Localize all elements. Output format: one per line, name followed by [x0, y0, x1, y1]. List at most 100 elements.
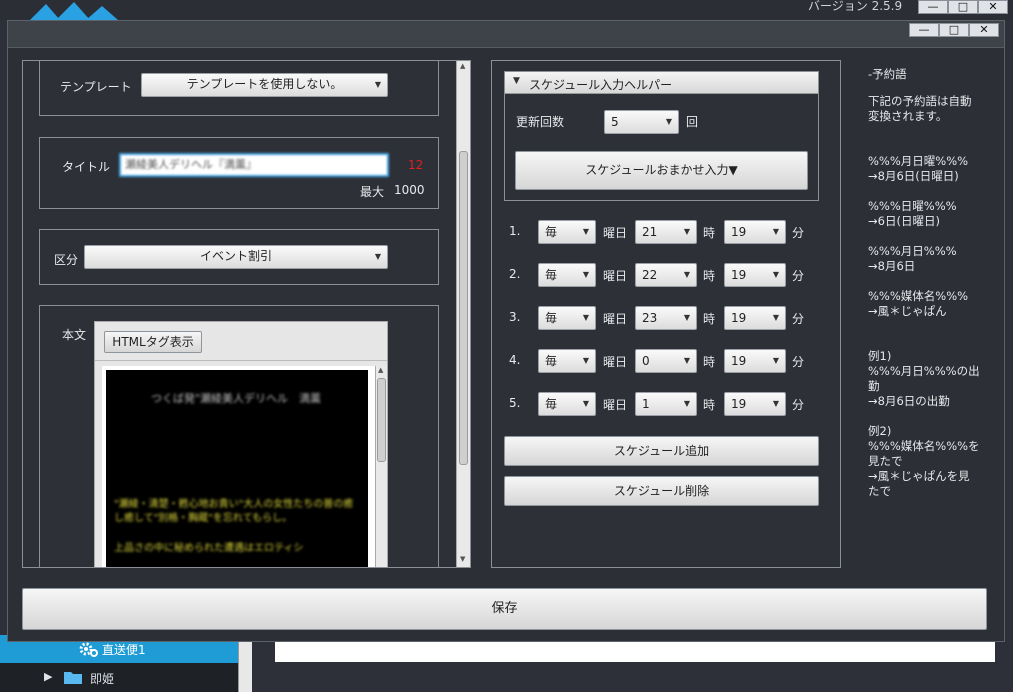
template-dropdown[interactable]: テンプレートを使用しない。 ▼ [141, 73, 388, 97]
app-minimize-button[interactable]: — [918, 0, 948, 14]
category-dropdown-value: イベント割引 [199, 249, 272, 263]
category-label: 区分 [54, 253, 79, 267]
dialog-maximize-button[interactable]: □ [939, 23, 969, 37]
reserved-words-panel: -予約語 下記の予約語は自動 変換されます。 %%%月日曜%%% →8月6日(日… [866, 60, 996, 568]
schedule-row-number: 1. [509, 224, 521, 238]
chevron-down-icon: ▼ [374, 80, 381, 89]
schedule-day-dropdown[interactable]: 毎 ▼ [538, 306, 596, 330]
reserved-word: %%%月日%%% [868, 244, 957, 258]
schedule-minute-dropdown[interactable]: 19 ▼ [724, 392, 786, 416]
schedule-day-dropdown[interactable]: 毎 ▼ [538, 349, 596, 373]
template-dropdown-value: テンプレートを使用しない。 [186, 77, 343, 91]
collapse-arrow-icon: ▼ [513, 76, 520, 86]
schedule-hour-dropdown[interactable]: 22 ▼ [635, 263, 697, 287]
chevron-down-icon: ▼ [683, 313, 690, 322]
template-section: テンプレート テンプレートを使用しない。 ▼ [39, 61, 439, 116]
reserved-word: %%%月日曜%%% [868, 154, 969, 168]
editor-content[interactable]: つくば発"瀬綾美人デリヘル 満薫 "瀬綾・清楚・甦心地お貴い"大人の女性たちの普… [106, 370, 368, 567]
schedule-day-dropdown[interactable]: 毎 ▼ [538, 263, 596, 287]
schedule-minute-unit: 分 [792, 269, 805, 283]
chevron-down-icon: ▼ [683, 227, 690, 236]
reserved-example-text: %%%媒体名%%%を [868, 439, 980, 453]
reserved-word: %%%媒体名%%% [868, 289, 969, 303]
gear-icon [78, 640, 100, 658]
reserved-example: →6日(日曜日) [868, 214, 940, 228]
schedule-minute-dropdown[interactable]: 19 ▼ [724, 220, 786, 244]
scroll-up-icon[interactable]: ▲ [378, 366, 383, 374]
schedule-day-unit: 曜日 [603, 226, 628, 240]
schedule-hour-dropdown[interactable]: 0 ▼ [635, 349, 697, 373]
title-section: タイトル 瀬綾美人デリヘル『満薫』 12 最大 1000 [39, 137, 439, 209]
schedule-day-dropdown[interactable]: 毎 ▼ [538, 392, 596, 416]
version-label: バージョン 2.5.9 [808, 0, 903, 13]
schedule-helper-header[interactable]: ▼ スケジュール入力ヘルパー [505, 72, 818, 94]
auto-schedule-button[interactable]: スケジュールおまかせ入力▼ [515, 151, 808, 190]
schedule-day-dropdown[interactable]: 毎 ▼ [538, 220, 596, 244]
chevron-down-icon: ▼ [582, 313, 589, 322]
editor-scrollbar[interactable]: ▲ [375, 366, 387, 567]
schedule-hour-dropdown[interactable]: 23 ▼ [635, 306, 697, 330]
app-maximize-button[interactable]: □ [948, 0, 978, 14]
reserved-word: %%%日曜%%% [868, 199, 957, 213]
schedule-minute-unit: 分 [792, 312, 805, 326]
schedule-hour-unit: 時 [703, 398, 716, 412]
schedule-helper-title: スケジュール入力ヘルパー [529, 78, 673, 92]
app-close-button[interactable]: ✕ [978, 0, 1008, 14]
chevron-down-icon: ▼ [772, 227, 779, 236]
update-count-dropdown[interactable]: 5 ▼ [604, 110, 679, 134]
schedule-minute-value: 19 [731, 268, 747, 282]
post-form-panel: テンプレート テンプレートを使用しない。 ▼ タイトル 瀬綾美人デリヘル『満薫』… [22, 60, 471, 568]
schedule-hour-dropdown[interactable]: 1 ▼ [635, 392, 697, 416]
chevron-down-icon: ▼ [772, 356, 779, 365]
chevron-down-icon: ▼ [772, 399, 779, 408]
reserved-example-text: 見たで [868, 454, 903, 468]
max-value: 1000 [394, 183, 425, 197]
scroll-down-icon[interactable]: ▼ [460, 555, 465, 563]
editor-scroll-thumb[interactable] [377, 378, 386, 462]
reserved-example-text: →8月6日の出勤 [868, 394, 950, 408]
reserved-example-title: 例1) [868, 349, 892, 363]
schedule-day-value: 毎 [545, 397, 558, 411]
schedule-hour-value: 22 [642, 268, 658, 282]
dialog-minimize-button[interactable]: — [909, 23, 939, 37]
schedule-hour-unit: 時 [703, 312, 716, 326]
form-scroll-thumb[interactable] [459, 151, 468, 465]
html-editor: HTMLタグ表示 つくば発"瀬綾美人デリヘル 満薫 "瀬綾・清楚・甦心地お貴い"… [94, 321, 388, 567]
chevron-down-icon: ▼ [683, 270, 690, 279]
schedule-minute-dropdown[interactable]: 19 ▼ [724, 306, 786, 330]
add-schedule-button[interactable]: スケジュール追加 [504, 436, 819, 466]
form-scrollbar[interactable]: ▲ ▼ [456, 61, 470, 567]
save-button[interactable]: 保存 [22, 588, 987, 630]
bg-content-field [275, 640, 995, 662]
reserved-example: →風＊じゃぱん [868, 304, 947, 318]
html-tag-toggle-button[interactable]: HTMLタグ表示 [104, 331, 202, 353]
schedule-hour-value: 21 [642, 225, 658, 239]
chevron-down-icon: ▼ [665, 117, 672, 126]
reserved-words-title: -予約語 [868, 67, 907, 81]
title-input[interactable]: 瀬綾美人デリヘル『満薫』 [119, 153, 389, 177]
reserved-desc: 変換されます。 [868, 109, 948, 123]
chevron-down-icon: ▼ [683, 356, 690, 365]
schedule-row-number: 3. [509, 310, 521, 324]
editor-frame: つくば発"瀬綾美人デリヘル 満薫 "瀬綾・清楚・甦心地お貴い"大人の女性たちの普… [102, 366, 375, 567]
schedule-row-number: 4. [509, 353, 521, 367]
scroll-up-icon[interactable]: ▲ [460, 62, 465, 70]
expand-arrow-icon[interactable]: ▶ [44, 670, 52, 683]
schedule-row-number: 2. [509, 267, 521, 281]
dialog-close-button[interactable]: ✕ [969, 23, 999, 37]
schedule-minute-dropdown[interactable]: 19 ▼ [724, 263, 786, 287]
chevron-down-icon: ▼ [582, 270, 589, 279]
schedule-day-unit: 曜日 [603, 398, 628, 412]
chevron-down-icon: ▼ [582, 227, 589, 236]
chevron-down-icon: ▼ [374, 252, 381, 261]
schedule-day-value: 毎 [545, 311, 558, 325]
tree-scrollbar[interactable] [238, 640, 252, 692]
reserved-example-text: 勤 [868, 379, 880, 393]
schedule-minute-dropdown[interactable]: 19 ▼ [724, 349, 786, 373]
title-label: タイトル [62, 160, 111, 174]
delete-schedule-button[interactable]: スケジュール削除 [504, 476, 819, 506]
schedule-hour-dropdown[interactable]: 21 ▼ [635, 220, 697, 244]
schedule-minute-unit: 分 [792, 226, 805, 240]
schedule-day-value: 毎 [545, 225, 558, 239]
category-dropdown[interactable]: イベント割引 ▼ [84, 245, 388, 269]
